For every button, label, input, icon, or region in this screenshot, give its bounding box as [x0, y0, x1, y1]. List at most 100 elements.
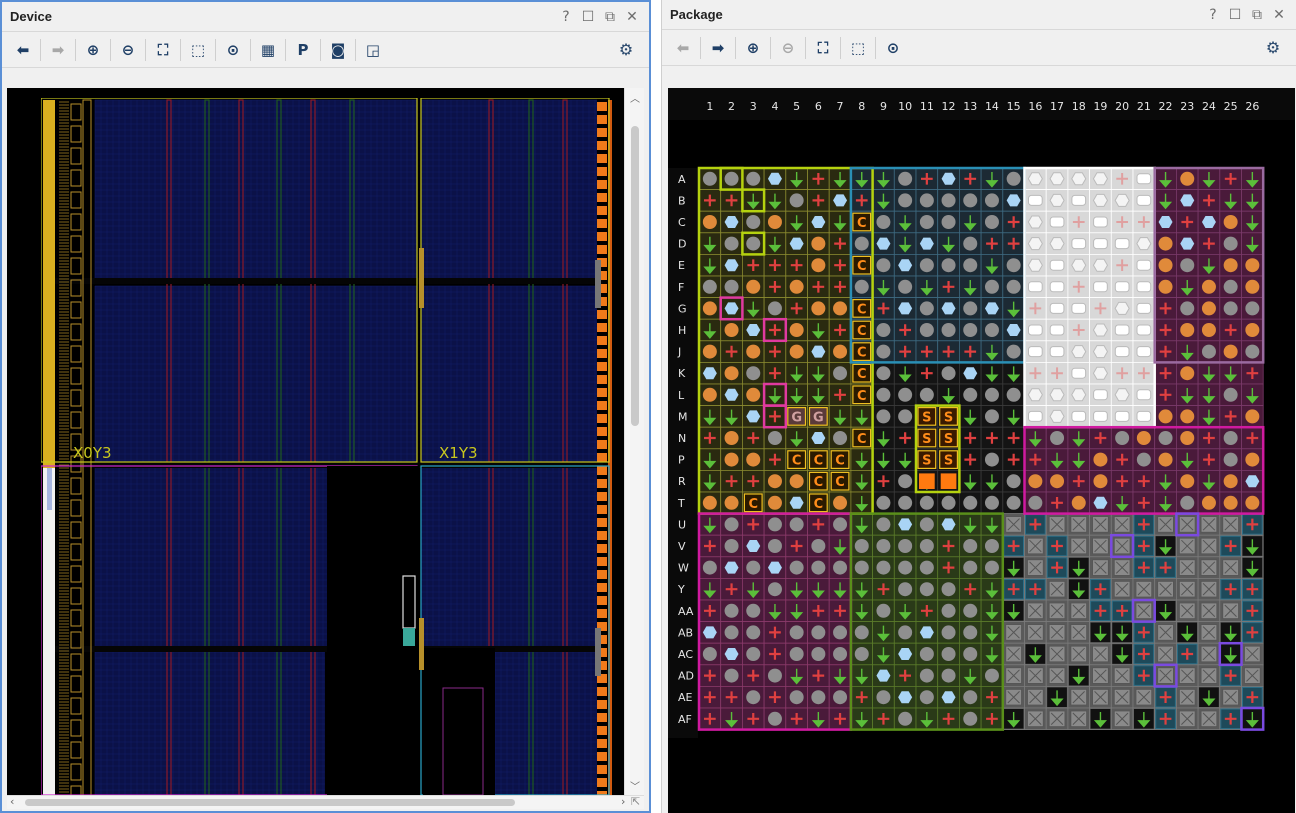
package-pin[interactable]: [1219, 534, 1242, 558]
package-pin[interactable]: [1175, 210, 1199, 234]
package-pin[interactable]: [1241, 167, 1264, 191]
package-pin[interactable]: [1045, 189, 1069, 212]
forward-arrow-icon[interactable]: ➡: [43, 37, 73, 63]
package-pin[interactable]: [1219, 642, 1242, 666]
device-horizontal-scrollbar[interactable]: ‹ › ⇱: [7, 795, 644, 809]
package-pin[interactable]: [763, 297, 787, 320]
package-pin[interactable]: [850, 664, 873, 687]
package-pin[interactable]: [893, 469, 917, 493]
package-pin[interactable]: [1089, 210, 1112, 234]
package-pin[interactable]: [1024, 448, 1047, 471]
package-pin[interactable]: [1154, 513, 1177, 536]
package-pin[interactable]: [1067, 167, 1090, 191]
package-pin[interactable]: [720, 383, 743, 407]
settings-gear-icon[interactable]: ⚙: [1258, 38, 1288, 57]
package-pin[interactable]: [807, 621, 830, 644]
package-pin[interactable]: [1132, 513, 1156, 536]
package-pin[interactable]: [742, 469, 765, 493]
package-pin[interactable]: [1089, 232, 1112, 255]
package-pin[interactable]: [742, 513, 765, 536]
package-pin[interactable]: [872, 707, 895, 731]
package-pin[interactable]: [958, 664, 982, 687]
package-pin[interactable]: [1045, 642, 1069, 666]
package-pin[interactable]: [915, 318, 939, 342]
package-pin[interactable]: [915, 297, 939, 320]
package-pin[interactable]: [1002, 426, 1025, 450]
package-pin[interactable]: [872, 210, 895, 234]
package-pin[interactable]: [1067, 318, 1090, 342]
package-pin[interactable]: [1175, 361, 1199, 385]
package-pin[interactable]: [720, 707, 743, 731]
package-pin[interactable]: [872, 534, 895, 558]
package-pin[interactable]: [1002, 469, 1025, 493]
package-pin[interactable]: [958, 405, 982, 428]
package-pin[interactable]: [1045, 469, 1069, 493]
package-pin[interactable]: [828, 383, 852, 407]
package-pin[interactable]: [763, 642, 787, 666]
package-pin[interactable]: [763, 556, 787, 579]
package-pin[interactable]: [828, 686, 852, 709]
package-pin[interactable]: [1002, 491, 1025, 515]
package-pin[interactable]: [1219, 448, 1242, 471]
package-pin[interactable]: [1002, 621, 1025, 644]
zoom-fit-icon[interactable]: ⛶: [808, 35, 838, 61]
package-pin[interactable]: [1110, 383, 1134, 407]
package-pin[interactable]: [1067, 361, 1090, 385]
package-pin[interactable]: [850, 556, 873, 579]
package-pin[interactable]: [720, 686, 743, 709]
package-pin[interactable]: [1110, 297, 1134, 320]
package-pin[interactable]: [698, 642, 722, 666]
package-pin[interactable]: [1110, 686, 1134, 709]
zoom-in-icon[interactable]: ⊕: [78, 37, 108, 63]
package-pin[interactable]: [1241, 599, 1264, 623]
package-pin[interactable]: [785, 577, 808, 601]
package-pin[interactable]: [1110, 448, 1134, 471]
package-pin[interactable]: [893, 405, 917, 428]
package-pin[interactable]: [1067, 340, 1090, 363]
package-pin[interactable]: [1045, 448, 1069, 471]
package-pin[interactable]: [893, 556, 917, 579]
package-pin[interactable]: [720, 599, 743, 623]
package-pin[interactable]: [958, 232, 982, 255]
package-pin[interactable]: [872, 253, 895, 277]
package-pin[interactable]: [720, 664, 743, 687]
package-pin[interactable]: [1197, 275, 1221, 299]
package-pin[interactable]: [1110, 253, 1134, 277]
package-pin[interactable]: [893, 577, 917, 601]
show-region-icon[interactable]: ◲: [358, 37, 388, 63]
package-pin[interactable]: [1110, 469, 1134, 493]
package-pin[interactable]: [807, 686, 830, 709]
package-pin[interactable]: [742, 232, 765, 255]
package-pin[interactable]: [937, 232, 960, 255]
package-pin[interactable]: [1197, 361, 1221, 385]
package-pin[interactable]: [915, 253, 939, 277]
package-pin[interactable]: [1132, 491, 1156, 515]
forward-arrow-icon[interactable]: ➡: [703, 35, 733, 61]
package-pin[interactable]: [698, 686, 722, 709]
package-pin[interactable]: [1067, 405, 1090, 428]
package-pin[interactable]: [1067, 232, 1090, 255]
package-pin[interactable]: [915, 210, 939, 234]
package-pin[interactable]: [1110, 361, 1134, 385]
package-pin[interactable]: [1241, 621, 1264, 644]
package-pin[interactable]: [915, 340, 939, 363]
package-pin[interactable]: [742, 642, 765, 666]
package-pin[interactable]: [785, 707, 808, 731]
package-pin[interactable]: [872, 664, 895, 687]
package-pin[interactable]: [785, 318, 808, 342]
package-pin[interactable]: [872, 577, 895, 601]
package-pin[interactable]: [1002, 383, 1025, 407]
package-pin[interactable]: [1175, 318, 1199, 342]
package-pin[interactable]: [1002, 361, 1025, 385]
package-pin[interactable]: [1241, 405, 1264, 428]
package-pin[interactable]: [1154, 707, 1177, 731]
package-pin[interactable]: [1089, 664, 1112, 687]
package-pin[interactable]: [958, 577, 982, 601]
package-pin[interactable]: [763, 167, 787, 191]
package-pin[interactable]: [958, 448, 982, 471]
package-pin[interactable]: [763, 577, 787, 601]
package-pin[interactable]: [1197, 253, 1221, 277]
package-pin[interactable]: [915, 275, 939, 299]
package-pin[interactable]: [1154, 210, 1177, 234]
package-pin[interactable]: [1002, 405, 1025, 428]
